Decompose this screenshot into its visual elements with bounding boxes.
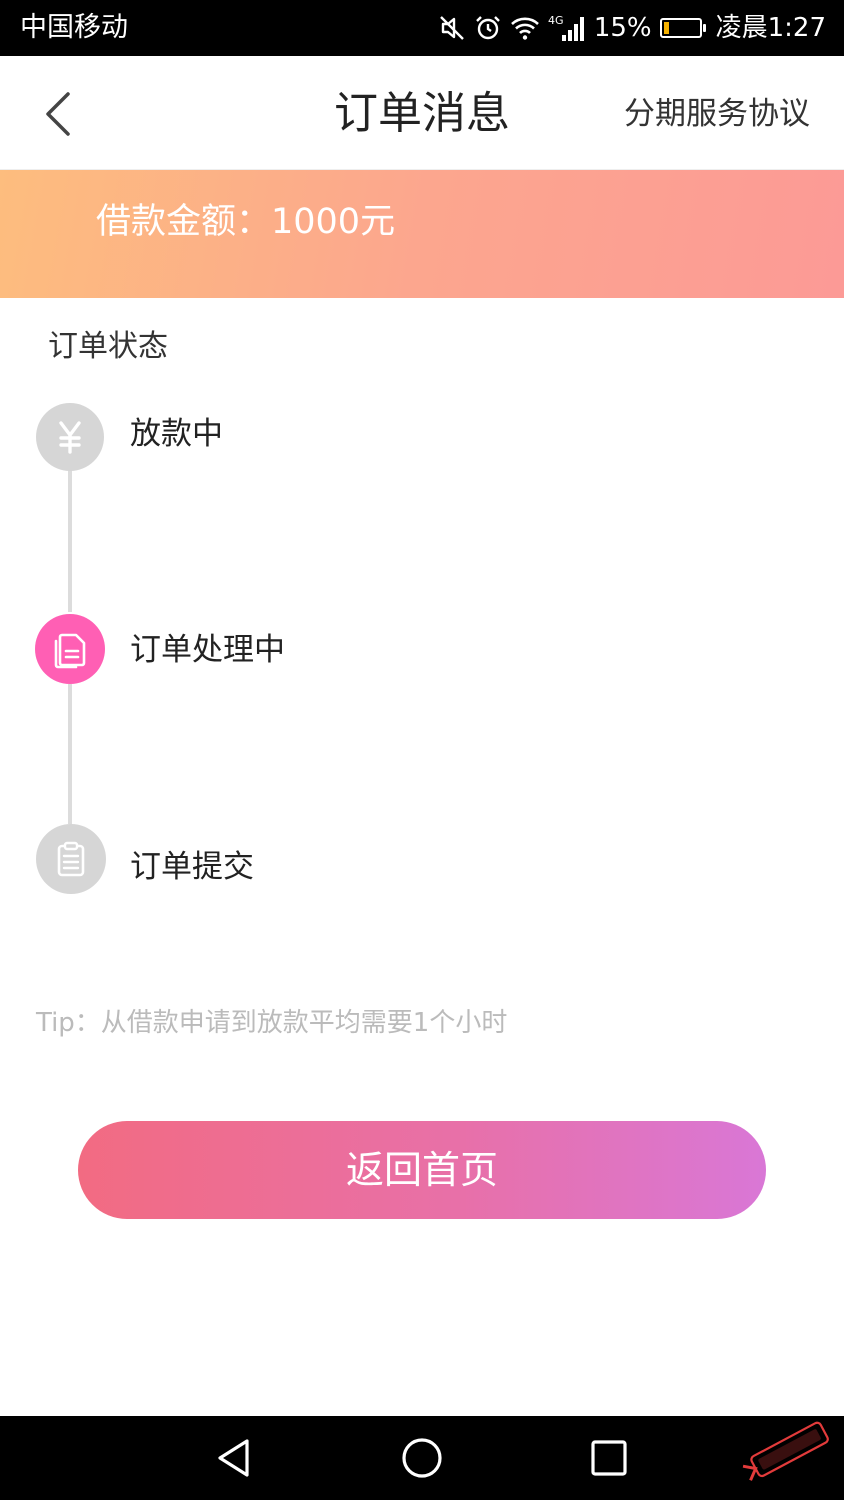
watermark-logo — [742, 1421, 829, 1481]
battery-percent: 15% — [593, 13, 652, 43]
timeline-connector — [68, 684, 72, 824]
loan-banner: 借款金额：1000元 — [0, 170, 844, 298]
tip-text: Tip：从借款申请到放款平均需要1个小时 — [36, 1008, 508, 1038]
step-processing-icon — [35, 614, 105, 684]
wifi-icon — [510, 15, 540, 41]
order-status-title: 订单状态 — [48, 329, 168, 364]
app-header: 订单消息 分期服务协议 — [0, 56, 844, 170]
system-nav-bar — [0, 1416, 844, 1500]
clipboard-icon — [57, 841, 85, 877]
step-processing-label: 订单处理中 — [130, 632, 285, 668]
clock: 凌晨1:27 — [715, 13, 826, 43]
status-indicators: 4G 15% 凌晨1:27 — [438, 10, 826, 46]
yuan-icon — [59, 421, 81, 454]
status-bar: 中国移动 4G 15% 凌晨1:27 — [0, 0, 844, 56]
nav-home-button[interactable] — [394, 1430, 450, 1486]
timeline-connector — [68, 470, 72, 612]
battery-level — [663, 22, 669, 34]
nav-back-button[interactable] — [206, 1430, 262, 1486]
return-home-button[interactable]: 返回首页 — [78, 1121, 766, 1219]
loan-amount: 借款金额：1000元 — [96, 202, 396, 242]
home-circle-icon — [402, 1438, 442, 1478]
step-submitted-label: 订单提交 — [130, 849, 254, 885]
nav-recents-button[interactable] — [581, 1430, 637, 1486]
screen: 中国移动 4G 15% 凌晨1:27 订单消息 分期服务协议 借款金额：1000… — [0, 0, 844, 1500]
mute-icon — [438, 14, 466, 42]
network-badge: 4G — [548, 14, 564, 27]
recents-square-icon — [591, 1440, 627, 1476]
back-triangle-icon — [218, 1439, 249, 1477]
documents-icon — [54, 633, 86, 669]
step-submitted-icon — [36, 824, 106, 894]
alarm-icon — [474, 14, 502, 42]
step-disbursing-label: 放款中 — [130, 416, 223, 452]
signal-icon: 4G — [548, 13, 586, 43]
step-disbursing-icon — [36, 403, 104, 471]
installment-agreement-link[interactable]: 分期服务协议 — [624, 94, 810, 134]
carrier-name: 中国移动 — [20, 12, 128, 43]
battery-icon — [659, 18, 706, 38]
